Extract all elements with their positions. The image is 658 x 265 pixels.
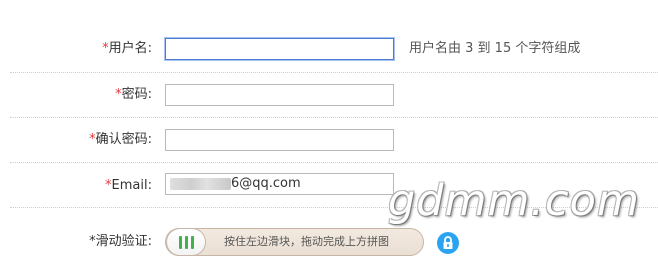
password-label-text: 密码: bbox=[121, 87, 152, 102]
lock-icon-svg bbox=[443, 236, 453, 249]
password-label: *密码: bbox=[115, 86, 152, 104]
grip-lines-icon bbox=[179, 236, 182, 249]
captcha-slider-track[interactable]: 按住左边滑块，拖动完成上方拼图 bbox=[165, 228, 424, 256]
username-hint: 用户名由 3 到 15 个字符组成 bbox=[409, 41, 581, 56]
lock-icon[interactable] bbox=[437, 232, 459, 254]
email-label-text: Email: bbox=[111, 178, 152, 193]
email-input[interactable] bbox=[165, 173, 394, 195]
password-row: *密码: bbox=[0, 73, 658, 117]
username-input[interactable] bbox=[165, 38, 394, 60]
username-label: *用户名: bbox=[102, 40, 152, 58]
grip-lines-icon bbox=[185, 236, 188, 249]
captcha-label: *滑动验证: bbox=[89, 234, 152, 249]
captcha-slider-handle[interactable] bbox=[166, 228, 206, 256]
confirm-password-label-text: 确认密码: bbox=[95, 132, 152, 147]
email-label: *Email: bbox=[105, 177, 152, 195]
username-label-text: 用户名: bbox=[108, 41, 152, 56]
password-input[interactable] bbox=[165, 84, 394, 106]
watermark: gdmm.com bbox=[388, 176, 640, 226]
email-field-wrap: 6@qq.com bbox=[165, 173, 394, 195]
captcha-instruction: 按住左边滑块，拖动完成上方拼图 bbox=[224, 235, 389, 248]
confirm-password-input[interactable] bbox=[165, 129, 394, 151]
grip-lines-icon bbox=[191, 236, 194, 249]
confirm-password-row: *确认密码: bbox=[0, 118, 658, 162]
confirm-password-label: *确认密码: bbox=[89, 131, 152, 149]
username-row: *用户名: 用户名由 3 到 15 个字符组成 bbox=[0, 0, 658, 69]
